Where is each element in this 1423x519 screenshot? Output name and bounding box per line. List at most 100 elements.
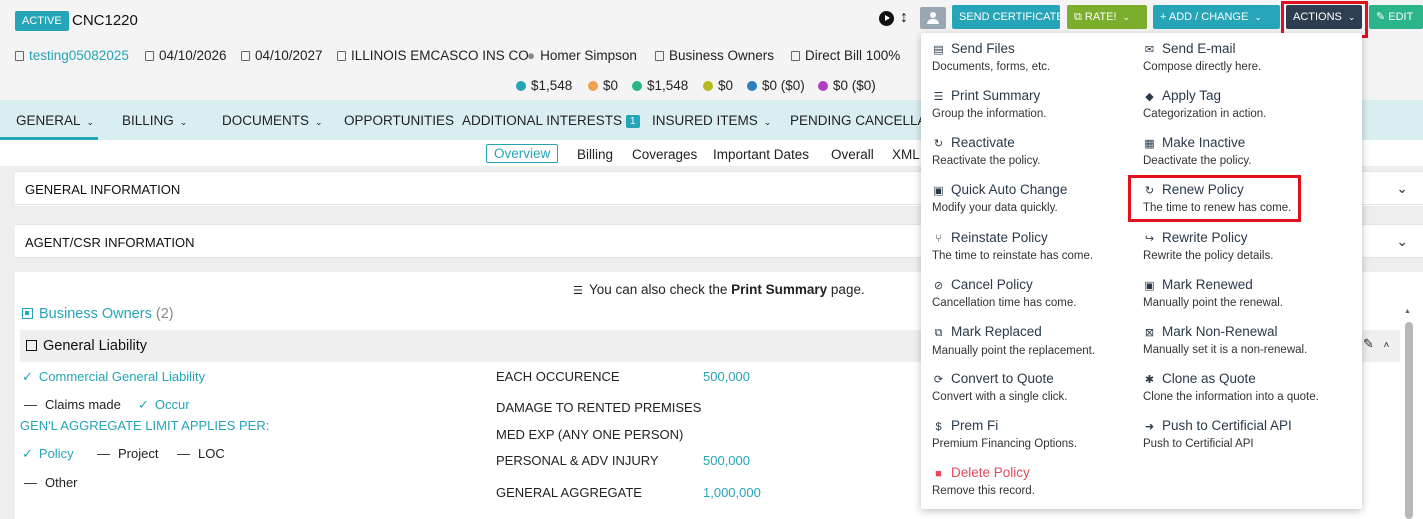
subtab-coverages[interactable]: Coverages <box>632 147 697 162</box>
limit-value: 500,000 <box>703 453 750 468</box>
expiration-date: 04/10/2027 <box>241 48 323 63</box>
count-badge: 1 <box>626 115 640 128</box>
tab-pending-cancellation[interactable]: PENDING CANCELLAT <box>790 113 934 128</box>
menu-item-quick-auto-change[interactable]: ▣ Quick Auto Change Modify your data quic… <box>932 182 1137 214</box>
menu-item-cancel-policy[interactable]: ⊘ Cancel Policy Cancellation time has com… <box>932 277 1137 309</box>
actions-menu: ▤ Send Files Documents, forms, etc. ☰ Prin… <box>921 33 1362 509</box>
menu-item-send-files[interactable]: ▤ Send Files Documents, forms, etc. <box>932 41 1137 73</box>
dash-icon: — <box>24 475 37 490</box>
tab-general[interactable]: GENERAL ⌄ <box>16 113 94 128</box>
carrier: ILLINOIS EMCASCO INS CO <box>337 48 529 63</box>
expand-vertical-icon[interactable]: ↕ <box>900 8 908 28</box>
menu-item-make-inactive[interactable]: ▦ Make Inactive Deactivate the policy. <box>1143 135 1348 167</box>
building-icon <box>337 51 346 61</box>
chevron-down-icon: ⌄ <box>1347 12 1356 22</box>
scroll-up-icon[interactable]: ▲ <box>1404 308 1411 315</box>
money-item: $0 <box>703 78 733 93</box>
coverage-claims-made: — Claims made <box>24 397 121 412</box>
menu-item-prem-fi[interactable]: $ Prem Fi Premium Financing Options. <box>932 418 1137 450</box>
box-icon <box>655 51 664 61</box>
money-item: $1,548 <box>516 78 572 93</box>
send-certificate-button[interactable]: SEND CERTIFICATE <box>952 5 1064 29</box>
status-badge: ACTIVE <box>15 11 69 31</box>
tab-billing[interactable]: BILLING ⌄ <box>122 113 187 128</box>
file-icon: ▤ <box>933 44 944 56</box>
redo-icon: ↪ <box>1144 233 1155 245</box>
push-icon: ➜ <box>1144 421 1155 433</box>
menu-item-rewrite-policy[interactable]: ↪ Rewrite Policy Rewrite the policy detai… <box>1143 230 1348 262</box>
checkbox-icon <box>26 340 37 351</box>
play-icon[interactable] <box>879 11 894 26</box>
actions-button[interactable]: ACTIONS ⌄ <box>1286 5 1362 29</box>
chevron-down-icon: ⌄ <box>315 117 323 127</box>
print-summary-note: ☰ You can also check the Print Summary pa… <box>573 282 865 297</box>
chevron-down-icon: ⌄ <box>1396 233 1408 249</box>
edit-icon: ▣ <box>933 185 944 197</box>
spacer <box>0 166 15 519</box>
chevron-up-icon[interactable]: ˄ <box>1384 340 1390 351</box>
menu-item-renew-policy[interactable]: ↻ Renew Policy The time to renew has come… <box>1143 182 1348 214</box>
reactivate-icon: ↻ <box>933 138 944 150</box>
trash-icon: ■ <box>935 468 942 480</box>
limit-label: EACH OCCURENCE <box>496 369 620 384</box>
menu-item-reinstate-policy[interactable]: ⑂ Reinstate Policy The time to reinstate … <box>932 230 1137 262</box>
subtab-overall[interactable]: Overall <box>831 147 874 162</box>
limit-value: 500,000 <box>703 369 750 384</box>
tab-documents[interactable]: DOCUMENTS ⌄ <box>222 113 323 128</box>
dash-icon: — <box>177 446 190 461</box>
money-item: $0 <box>588 78 618 93</box>
user-icon[interactable] <box>920 7 946 29</box>
general-liability-title[interactable]: General Liability <box>26 338 147 354</box>
rate-button[interactable]: ⧉ RATE! ⌄ <box>1067 5 1147 29</box>
list-icon: ☰ <box>933 91 944 103</box>
money-item: $1,548 <box>632 78 688 93</box>
menu-item-mark-non-renewal[interactable]: ⊠ Mark Non-Renewal Manually set it is a n… <box>1143 324 1348 356</box>
client-icon <box>15 51 24 61</box>
tab-additional-interests[interactable]: ADDITIONAL INTERESTS 1 <box>462 113 640 128</box>
money-item: $0 ($0) <box>818 78 876 93</box>
check-icon: ✓ <box>22 369 33 384</box>
chevron-down-icon: ⌄ <box>1122 12 1131 22</box>
subtab-xml[interactable]: XML <box>892 147 920 162</box>
menu-item-clone-as-quote[interactable]: ✱ Clone as Quote Clone the information in… <box>1143 371 1348 403</box>
scrollbar-thumb[interactable] <box>1405 322 1413 519</box>
menu-item-push-to-certificial[interactable]: ➜ Push to Certificial API Push to Certifi… <box>1143 418 1348 450</box>
menu-item-mark-renewed[interactable]: ▣ Mark Renewed Manually point the renewal… <box>1143 277 1348 309</box>
subtab-overview[interactable]: Overview <box>486 144 559 163</box>
edit-button[interactable]: ✎ EDIT <box>1369 5 1423 29</box>
chevron-down-icon: ⌄ <box>763 117 772 127</box>
menu-item-send-email[interactable]: ✉ Send E-mail Compose directly here. <box>1143 41 1348 73</box>
menu-item-convert-to-quote[interactable]: ⟳ Convert to Quote Convert with a single … <box>932 371 1137 403</box>
gl-tools: ✎ ˄ <box>1363 336 1389 352</box>
refresh-icon: ⟳ <box>933 374 944 386</box>
menu-item-apply-tag[interactable]: ◆ Apply Tag Categorization in action. <box>1143 88 1348 120</box>
menu-item-mark-replaced[interactable]: ⧉ Mark Replaced Manually point the replac… <box>932 324 1137 357</box>
archive-icon: ▦ <box>1144 138 1155 150</box>
effective-date: 04/10/2026 <box>145 48 227 63</box>
branch-icon: ⑂ <box>935 233 942 245</box>
copy-icon: ⧉ <box>934 327 943 339</box>
calendar-icon <box>241 51 250 61</box>
limit-label: GENERAL AGGREGATE <box>496 485 642 500</box>
money-item: $0 ($0) <box>747 78 805 93</box>
list-icon: ☰ <box>573 285 583 297</box>
line-of-business: Business Owners <box>655 48 774 63</box>
chevron-down-icon: ⌄ <box>86 117 95 127</box>
print-summary-link[interactable]: Print Summary <box>731 282 827 297</box>
menu-item-print-summary[interactable]: ☰ Print Summary Group the information. <box>932 88 1137 120</box>
add-change-button[interactable]: + ADD / CHANGE ⌄ <box>1153 5 1280 29</box>
aggregate-loc: — LOC <box>177 446 225 461</box>
tab-opportunities[interactable]: OPPORTUNITIES <box>344 113 454 128</box>
tab-insured-items[interactable]: INSURED ITEMS ⌄ <box>652 113 771 128</box>
person-icon: ● <box>527 48 536 63</box>
business-owners-heading[interactable]: Business Owners (2) <box>22 306 174 322</box>
subtab-billing[interactable]: Billing <box>577 147 613 162</box>
menu-item-reactivate[interactable]: ↻ Reactivate Reactivate the policy. <box>932 135 1137 167</box>
chevron-down-icon: ⌄ <box>1396 180 1408 196</box>
subtab-important-dates[interactable]: Important Dates <box>713 147 809 162</box>
pencil-icon[interactable]: ✎ <box>1363 336 1374 351</box>
billing-type: Direct Bill 100% <box>791 48 900 63</box>
menu-item-delete-policy[interactable]: ■ Delete Policy Remove this record. <box>932 465 1137 497</box>
client-link[interactable]: testing05082025 <box>15 48 129 63</box>
renew-icon: ↻ <box>1144 185 1155 197</box>
